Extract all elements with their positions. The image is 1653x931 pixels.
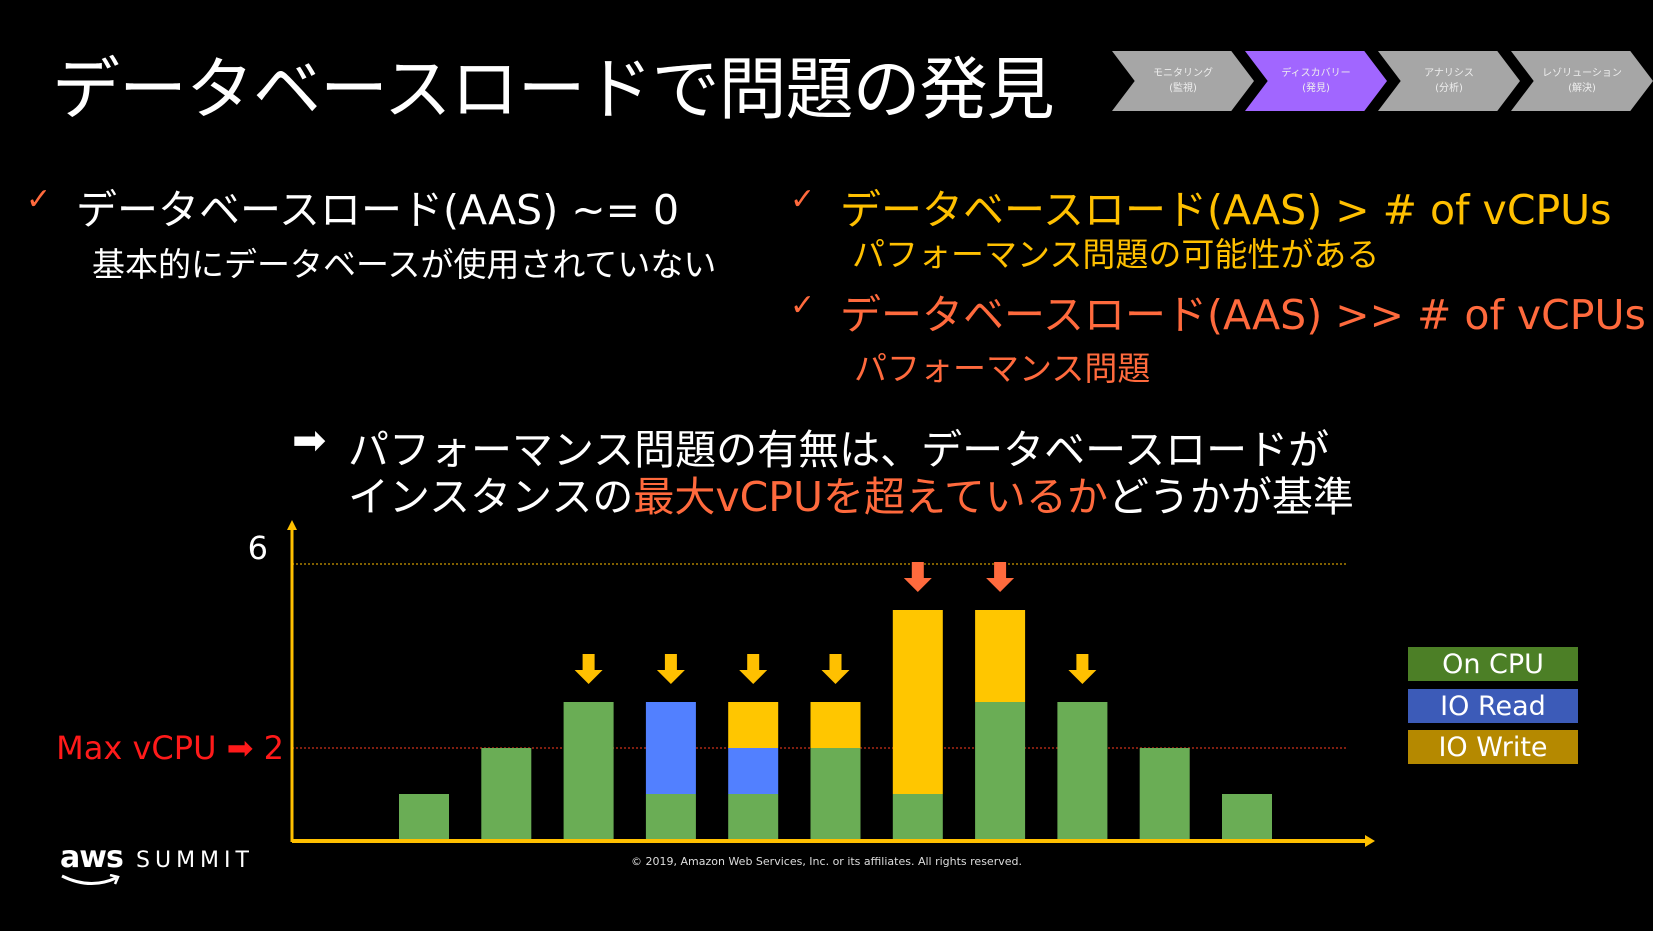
bar-io-write xyxy=(728,702,779,748)
bar-io-read xyxy=(645,702,696,794)
bar-on-cpu xyxy=(728,794,779,840)
warning-arrow-icon xyxy=(739,654,768,684)
bar-on-cpu xyxy=(645,794,696,840)
bar-on-cpu xyxy=(810,748,861,840)
x-axis-arrow-icon xyxy=(1365,835,1375,847)
copyright: © 2019, Amazon Web Services, Inc. or its… xyxy=(631,855,1022,868)
y-tick-label: 6 xyxy=(248,529,268,567)
alert-arrow-icon xyxy=(903,562,932,592)
y-axis-arrow-icon xyxy=(287,520,297,530)
bar-io-write xyxy=(892,610,943,794)
bar-on-cpu xyxy=(563,702,614,840)
max-vcpu-label: Max vCPU ➡ 2 xyxy=(56,729,284,767)
legend-io-write: IO Write xyxy=(1408,730,1578,764)
warning-arrow-icon xyxy=(1068,654,1097,684)
warning-arrow-icon xyxy=(656,654,685,684)
legend-on-cpu: On CPU xyxy=(1408,647,1578,681)
aas-chart: 6 Max vCPU ➡ 2 xyxy=(56,520,1375,847)
bar-on-cpu xyxy=(1139,748,1190,840)
bar-on-cpu xyxy=(1057,702,1108,840)
bar-on-cpu xyxy=(399,794,449,840)
alert-arrow-icon xyxy=(986,562,1015,592)
warning-arrow-icon xyxy=(821,654,850,684)
aws-smile-icon xyxy=(61,874,120,885)
bar-on-cpu xyxy=(481,748,532,840)
bar-io-write xyxy=(975,610,1026,702)
warning-arrow-icon xyxy=(574,654,603,684)
bar-io-write xyxy=(810,702,861,748)
bar-io-read xyxy=(728,748,779,794)
bar-on-cpu xyxy=(975,702,1026,840)
bar-on-cpu xyxy=(1222,794,1272,840)
legend-io-read: IO Read xyxy=(1408,689,1578,723)
bar-on-cpu xyxy=(892,794,943,840)
